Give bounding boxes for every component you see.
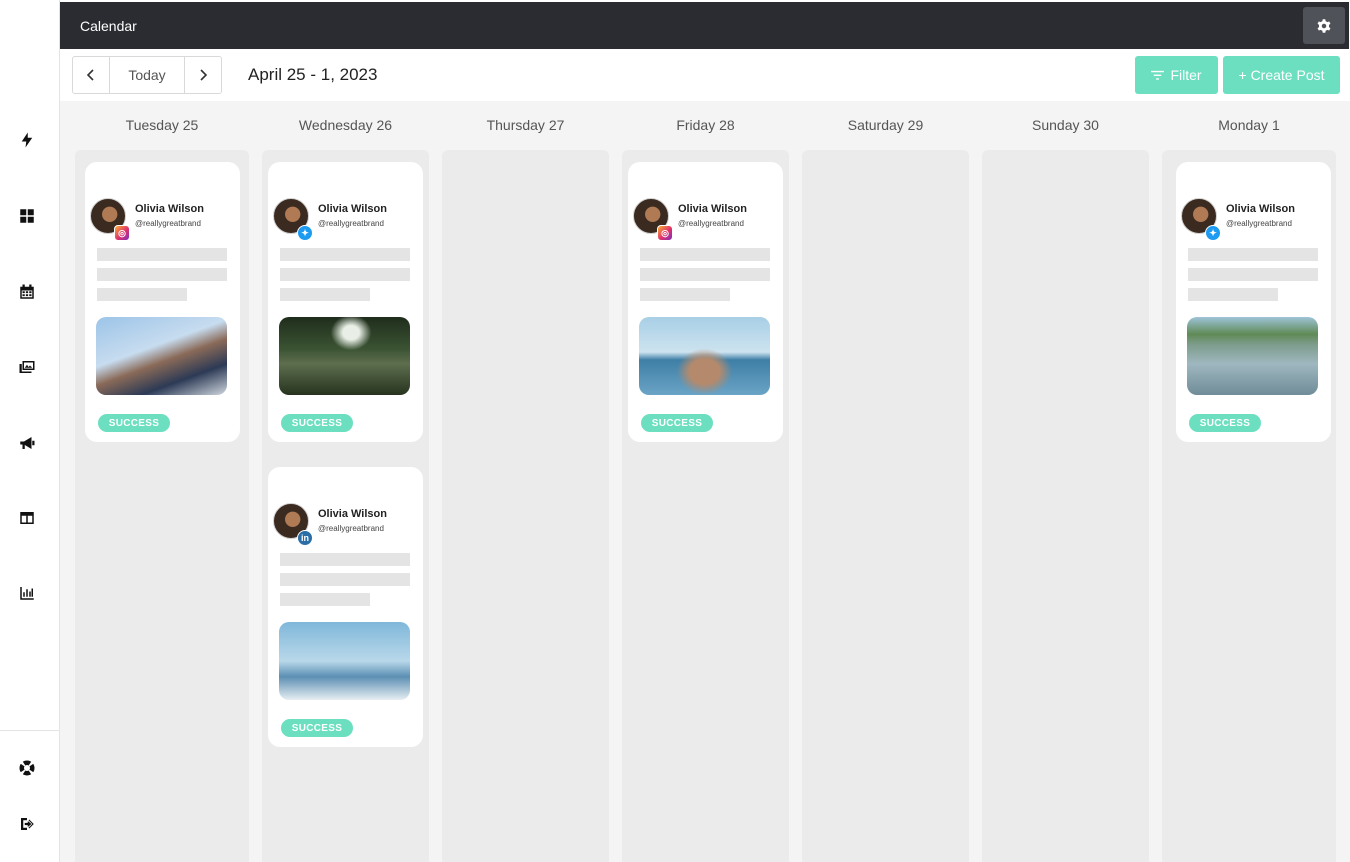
prev-week-button[interactable]	[73, 57, 109, 93]
gear-icon	[1317, 18, 1331, 33]
day-header: Sunday 30	[1032, 117, 1099, 133]
calendar-icon[interactable]	[17, 282, 37, 302]
day-header: Friday 28	[676, 117, 735, 133]
day-slot[interactable]: ✦ Olivia Wilson @reallygreatbrand SUCCES…	[1162, 150, 1336, 862]
today-button[interactable]: Today	[109, 57, 185, 93]
post-card[interactable]: ✦ Olivia Wilson @reallygreatbrand SUCCES…	[1176, 162, 1331, 442]
help-icon[interactable]	[17, 758, 37, 778]
author-handle: @reallygreatbrand	[1226, 219, 1292, 228]
linkedin-icon: in	[297, 530, 313, 546]
sidebar	[0, 0, 60, 862]
day-column: Saturday 29	[802, 101, 969, 862]
chevron-left-icon	[86, 69, 94, 81]
day-header: Thursday 27	[486, 117, 565, 133]
day-column: Thursday 27	[442, 101, 609, 862]
date-range-title: April 25 - 1, 2023	[248, 65, 378, 84]
text-placeholder	[640, 288, 730, 301]
day-column: Wednesday 26 ✦ Olivia Wilson @reallygrea…	[262, 101, 429, 862]
post-image	[639, 317, 770, 395]
author-name: Olivia Wilson	[318, 508, 387, 520]
logout-icon[interactable]	[17, 814, 37, 834]
twitter-icon: ✦	[297, 225, 313, 241]
text-placeholder	[97, 248, 227, 261]
text-placeholder	[1188, 248, 1318, 261]
instagram-icon: ◎	[114, 225, 130, 241]
post-card[interactable]: in Olivia Wilson @reallygreatbrand SUCCE…	[268, 467, 423, 747]
text-placeholder	[280, 248, 410, 261]
create-post-button[interactable]: + Create Post	[1223, 56, 1340, 94]
day-header: Tuesday 25	[125, 117, 199, 133]
settings-button[interactable]	[1303, 7, 1345, 44]
week-calendar: Tuesday 25 ◎ Olivia Wilson @reallygreatb…	[60, 101, 1350, 862]
app-title: Calendar	[80, 18, 137, 34]
post-image	[279, 622, 410, 700]
day-header: Saturday 29	[847, 117, 924, 133]
analytics-icon[interactable]	[17, 583, 37, 603]
day-header: Wednesday 26	[298, 117, 393, 133]
filter-button[interactable]: Filter	[1135, 56, 1218, 94]
sidebar-divider	[0, 730, 60, 731]
next-week-button[interactable]	[185, 57, 221, 93]
text-placeholder	[280, 573, 410, 586]
day-column: Tuesday 25 ◎ Olivia Wilson @reallygreatb…	[75, 101, 249, 862]
text-placeholder	[280, 288, 370, 301]
author-name: Olivia Wilson	[1226, 203, 1295, 215]
chevron-right-icon	[200, 69, 208, 81]
text-placeholder	[97, 268, 227, 281]
text-placeholder	[640, 248, 770, 261]
day-slot[interactable]	[442, 150, 609, 862]
post-image	[96, 317, 227, 395]
media-icon[interactable]	[17, 357, 37, 377]
post-card[interactable]: ✦ Olivia Wilson @reallygreatbrand SUCCES…	[268, 162, 423, 442]
text-placeholder	[280, 553, 410, 566]
text-placeholder	[640, 268, 770, 281]
text-placeholder	[97, 288, 187, 301]
status-badge: SUCCESS	[281, 719, 353, 737]
text-placeholder	[1188, 268, 1318, 281]
author-handle: @reallygreatbrand	[678, 219, 744, 228]
day-column: Friday 28 ◎ Olivia Wilson @reallygreatbr…	[622, 101, 789, 862]
layout-icon[interactable]	[17, 508, 37, 528]
date-navigation: Today	[72, 56, 222, 94]
text-placeholder	[280, 593, 370, 606]
day-slot[interactable]	[802, 150, 969, 862]
post-card[interactable]: ◎ Olivia Wilson @reallygreatbrand SUCCES…	[628, 162, 783, 442]
filter-label: Filter	[1170, 67, 1202, 83]
twitter-icon: ✦	[1205, 225, 1221, 241]
megaphone-icon[interactable]	[17, 433, 37, 453]
calendar-toolbar: Today April 25 - 1, 2023 Filter + Create…	[60, 49, 1350, 101]
post-card[interactable]: ◎ Olivia Wilson @reallygreatbrand SUCCES…	[85, 162, 240, 442]
text-placeholder	[1188, 288, 1278, 301]
day-slot[interactable]	[982, 150, 1149, 862]
post-image	[1187, 317, 1318, 395]
author-name: Olivia Wilson	[318, 203, 387, 215]
top-bar: Calendar	[60, 2, 1349, 49]
day-column: Monday 1 ✦ Olivia Wilson @reallygreatbra…	[1162, 101, 1336, 862]
author-handle: @reallygreatbrand	[318, 219, 384, 228]
author-name: Olivia Wilson	[135, 203, 204, 215]
status-badge: SUCCESS	[1189, 414, 1261, 432]
post-image	[279, 317, 410, 395]
dashboard-icon[interactable]	[17, 206, 37, 226]
status-badge: SUCCESS	[281, 414, 353, 432]
bolt-icon[interactable]	[17, 130, 37, 150]
author-handle: @reallygreatbrand	[318, 524, 384, 533]
filter-icon	[1151, 70, 1165, 80]
instagram-icon: ◎	[657, 225, 673, 241]
author-name: Olivia Wilson	[678, 203, 747, 215]
text-placeholder	[280, 268, 410, 281]
day-header: Monday 1	[1218, 117, 1280, 133]
day-slot[interactable]: ✦ Olivia Wilson @reallygreatbrand SUCCES…	[262, 150, 429, 862]
author-handle: @reallygreatbrand	[135, 219, 201, 228]
day-slot[interactable]: ◎ Olivia Wilson @reallygreatbrand SUCCES…	[622, 150, 789, 862]
day-slot[interactable]: ◎ Olivia Wilson @reallygreatbrand SUCCES…	[75, 150, 249, 862]
status-badge: SUCCESS	[98, 414, 170, 432]
day-column: Sunday 30	[982, 101, 1149, 862]
status-badge: SUCCESS	[641, 414, 713, 432]
